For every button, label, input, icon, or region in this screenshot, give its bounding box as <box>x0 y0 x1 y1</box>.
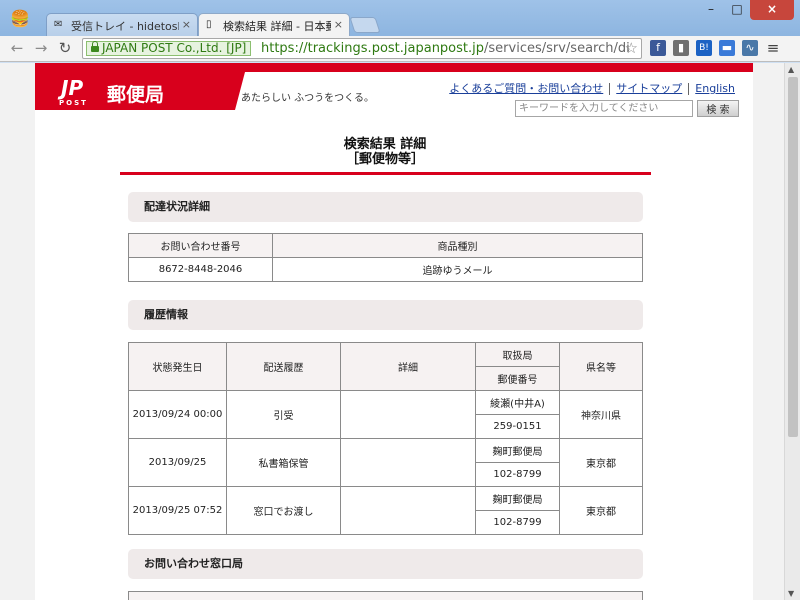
scroll-down-icon[interactable]: ▼ <box>788 589 794 598</box>
back-arrow-icon[interactable]: ← <box>8 39 26 57</box>
section-history: 履歴情報 <box>128 300 643 330</box>
mail-icon: ✉ <box>54 19 63 30</box>
history-postal: 102-8799 <box>475 462 560 487</box>
forward-arrow-icon[interactable]: → <box>32 39 50 57</box>
history-detail <box>340 390 476 439</box>
lock-icon <box>91 41 99 53</box>
section-delivery-status: 配達状況詳細 <box>128 192 643 222</box>
search-button[interactable]: 検 索 <box>697 100 739 117</box>
url-path: /services/srv/search/di <box>484 41 630 56</box>
history-status: 引受 <box>226 390 341 439</box>
minimize-icon[interactable]: – <box>698 0 724 20</box>
japanpost-logo[interactable]: JP POST 郵便局 <box>35 72 235 110</box>
column-header: 郵便番号 <box>475 366 560 391</box>
tab-label: 検索結果 詳細 - 日本郵便 <box>223 20 331 33</box>
evernote-icon[interactable]: ▮ <box>673 40 689 56</box>
tagline: あたらしい ふつうをつくる。 <box>241 93 374 104</box>
address-bar[interactable]: JAPAN POST Co.,Ltd. [JP] https://trackin… <box>82 38 642 59</box>
tab-search-result[interactable]: ▯ 検索結果 詳細 - 日本郵便 × <box>198 13 350 36</box>
column-header: 状態発生日 <box>128 342 227 391</box>
tab-inbox[interactable]: ✉ 受信トレイ - hidetoshi.yan × <box>46 13 198 36</box>
history-postal: 102-8799 <box>475 510 560 535</box>
history-postal: 259-0151 <box>475 414 560 439</box>
page-viewport: JP POST 郵便局 あたらしい ふつうをつくる。 よくあるご質問・お問い合わ… <box>0 63 800 600</box>
facebook-icon[interactable]: f <box>650 40 666 56</box>
history-prefecture: 東京都 <box>559 486 643 535</box>
column-header: 配送履歴 <box>226 342 341 391</box>
column-header: 商品種別 <box>272 233 643 258</box>
utility-links: よくあるご質問・お問い合わせ サイトマップ English <box>443 83 741 95</box>
section-contact-office: お問い合わせ窓口局 <box>128 549 643 579</box>
jp-logo-mark: JP <box>61 76 84 100</box>
column-header: 県名等 <box>559 342 643 391</box>
hatena-bookmark-icon[interactable]: B! <box>696 40 712 56</box>
page-title: 検索結果 詳細 ［郵便物等］ <box>120 137 650 167</box>
table-row: 2013/09/25 私書箱保管 麹町郵便局 東京都 <box>128 438 643 487</box>
maximize-icon[interactable]: □ <box>724 0 750 20</box>
history-office: 綾瀬(中井A) <box>475 390 560 415</box>
post-logo-text: POST <box>59 99 88 107</box>
scroll-up-icon[interactable]: ▲ <box>788 65 794 74</box>
history-status: 私書箱保管 <box>226 438 341 487</box>
tab-label: 受信トレイ - hidetoshi.yan <box>71 20 179 33</box>
scrollbar-thumb[interactable] <box>788 77 798 437</box>
page-content: JP POST 郵便局 あたらしい ふつうをつくる。 よくあるご質問・お問い合わ… <box>35 63 753 600</box>
history-detail <box>340 486 476 535</box>
top-red-band <box>35 63 753 72</box>
browser-titlebar: 🍔 ✉ 受信トレイ - hidetoshi.yan × ▯ 検索結果 詳細 - … <box>0 0 800 36</box>
tracking-number: 8672-8448-2046 <box>128 257 273 282</box>
history-detail <box>340 438 476 487</box>
vertical-scrollbar[interactable]: ▲ ▼ <box>784 63 800 600</box>
faq-link[interactable]: よくあるご質問・お問い合わせ <box>443 83 609 95</box>
history-table: 状態発生日 配送履歴 詳細 取扱局 県名等 郵便番号 2013/09/24 00… <box>128 342 643 535</box>
sitemap-link[interactable]: サイトマップ <box>609 83 688 95</box>
english-link[interactable]: English <box>688 83 741 95</box>
page-title-line2: ［郵便物等］ <box>345 152 424 167</box>
product-type: 追跡ゆうメール <box>272 257 643 282</box>
window-close-icon[interactable]: × <box>750 0 794 20</box>
table-row: 8672-8448-2046 追跡ゆうメール <box>128 257 643 282</box>
delivery-status-table: お問い合わせ番号 商品種別 8672-8448-2046 追跡ゆうメール <box>128 233 643 282</box>
menu-icon[interactable]: ≡ <box>765 40 781 56</box>
history-prefecture: 東京都 <box>559 438 643 487</box>
url-host: https://trackings.post.japanpost.jp <box>261 41 485 56</box>
site-search-input[interactable] <box>515 100 693 117</box>
certificate-org: JAPAN POST Co.,Ltd. [JP] <box>102 41 247 55</box>
chat-bubble-icon[interactable]: ▬ <box>719 40 735 56</box>
contact-table-top <box>128 591 643 600</box>
history-date: 2013/09/24 00:00 <box>128 390 227 439</box>
history-date: 2013/09/25 <box>128 438 227 487</box>
history-office: 麹町郵便局 <box>475 438 560 463</box>
table-row: 2013/09/25 07:52 窓口でお渡し 麹町郵便局 東京都 <box>128 486 643 535</box>
close-icon[interactable]: × <box>182 18 191 31</box>
ev-certificate-badge[interactable]: JAPAN POST Co.,Ltd. [JP] <box>86 41 252 56</box>
new-tab-button[interactable] <box>349 17 381 33</box>
browser-toolbar: ← → ↻ JAPAN POST Co.,Ltd. [JP] https://t… <box>0 36 800 62</box>
history-office: 麹町郵便局 <box>475 486 560 511</box>
column-header: 詳細 <box>340 342 476 391</box>
table-row: 2013/09/24 00:00 引受 綾瀬(中井A) 神奈川県 <box>128 390 643 439</box>
url-text: https://trackings.post.japanpost.jp/serv… <box>261 40 630 57</box>
reload-icon[interactable]: ↻ <box>56 39 74 57</box>
history-status: 窓口でお渡し <box>226 486 341 535</box>
close-icon[interactable]: × <box>334 18 343 31</box>
history-prefecture: 神奈川県 <box>559 390 643 439</box>
graph-icon[interactable]: ∿ <box>742 40 758 56</box>
window-controls: – □ × <box>698 0 794 20</box>
column-header: お問い合わせ番号 <box>128 233 273 258</box>
column-header: 取扱局 <box>475 342 560 367</box>
page-icon: ▯ <box>206 19 212 30</box>
page-title-line1: 検索結果 詳細 <box>343 137 427 152</box>
title-red-rule <box>120 172 651 175</box>
logo-title: 郵便局 <box>107 84 165 106</box>
history-date: 2013/09/25 07:52 <box>128 486 227 535</box>
bookmark-star-icon[interactable]: ☆ <box>625 39 638 57</box>
burger-app-icon[interactable]: 🍔 <box>10 10 32 28</box>
extension-icons: f ▮ B! ▬ ∿ ≡ <box>650 40 781 56</box>
